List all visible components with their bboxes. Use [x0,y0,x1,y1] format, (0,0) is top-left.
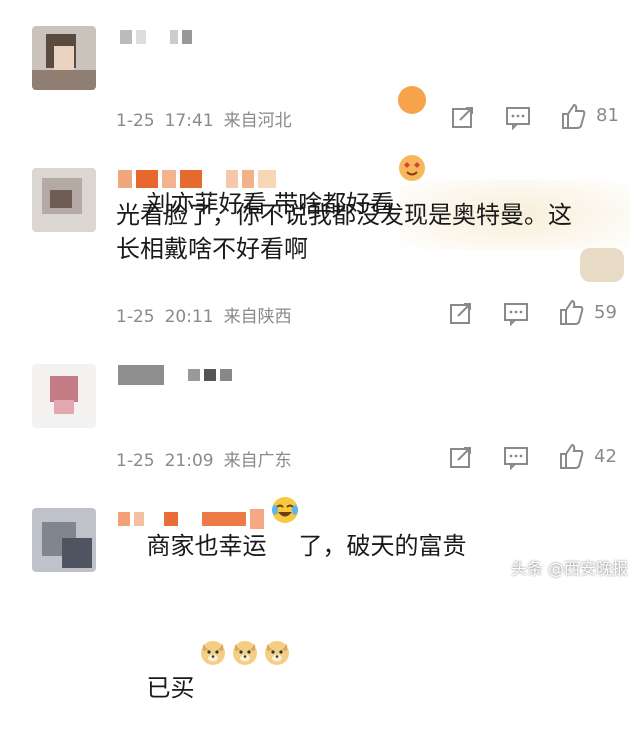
like-count: 81 [596,105,619,126]
comment-date: 1-25 [116,111,155,131]
avatar[interactable] [32,26,96,90]
comment-meta: 1-25 20:11 来自陕西 [116,302,302,327]
avatar[interactable] [32,364,96,428]
doge-emoji-icon [263,570,291,665]
avatar[interactable] [32,168,96,232]
comment-text: 光看脸了，你不说我都没发现是奥特曼。这 长相戴啥不好看啊 [116,201,572,263]
doge-emoji-icon [231,570,259,665]
like-thumb-icon[interactable] [558,442,584,469]
heart-eyes-emoji-icon [398,86,427,181]
doge-emoji-icon [199,570,227,665]
comment-icon[interactable] [503,300,529,327]
comment-time: 20:11 [164,307,214,327]
comment-date: 1-25 [116,307,155,327]
sticker-decoration [580,248,624,282]
comment-time: 17:41 [164,111,214,131]
username-blurred[interactable] [118,508,264,530]
comment-text: 已买 [116,536,291,739]
comment-location: 来自广东 [223,451,292,471]
comment-date: 1-25 [116,451,155,471]
comment-location: 来自陕西 [223,307,292,327]
comment-time: 21:09 [164,451,214,471]
like-count: 59 [594,302,617,323]
comment-icon[interactable] [503,444,529,471]
comment-icon[interactable] [505,104,531,131]
comment-meta: 1-25 21:09 来自广东 [116,446,302,471]
username-blurred[interactable] [120,26,192,48]
share-icon[interactable] [450,104,476,130]
watermark: 头条 @西安晚报 [510,559,628,578]
like-count: 42 [594,446,617,467]
like-thumb-icon[interactable] [560,102,586,129]
username-blurred[interactable] [118,168,276,190]
username-blurred[interactable] [118,364,232,386]
like-thumb-icon[interactable] [558,298,584,325]
share-icon[interactable] [448,300,474,326]
comment-location: 来自河北 [223,111,292,131]
comment-meta: 1-25 17:41 来自河北 [116,106,302,131]
avatar[interactable] [32,508,96,572]
share-icon[interactable] [448,444,474,470]
